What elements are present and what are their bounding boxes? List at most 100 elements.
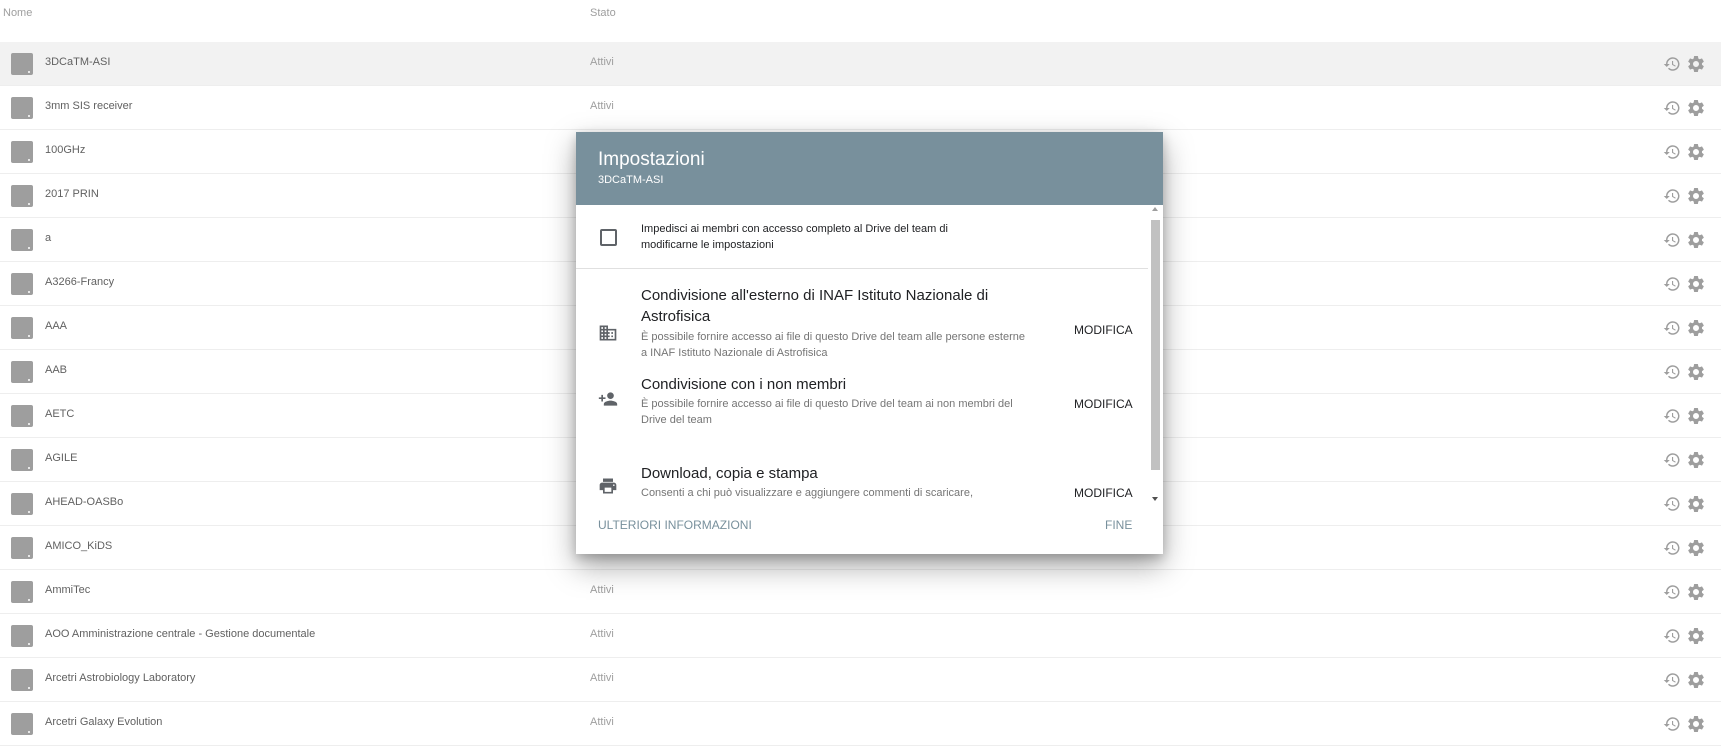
name-column-header[interactable]: Nome (3, 7, 32, 19)
shared-drive-icon (11, 317, 33, 339)
dialog-footer: ULTERIORI INFORMAZIONI FINE (576, 505, 1163, 554)
shared-drive-icon (11, 229, 33, 251)
drive-row[interactable]: AOO Amministrazione centrale - Gestione … (0, 614, 1721, 658)
restore-icon[interactable] (1663, 187, 1681, 205)
setting-description: È possibile fornire accesso ai file di q… (641, 398, 1013, 426)
gear-icon[interactable] (1686, 494, 1706, 514)
shared-drive-icon (11, 713, 33, 735)
gear-icon[interactable] (1686, 582, 1706, 602)
restore-icon[interactable] (1663, 319, 1681, 337)
restore-icon[interactable] (1663, 715, 1681, 733)
drive-name[interactable]: AGILE (45, 452, 77, 464)
dialog-title: Impostazioni (598, 149, 705, 170)
setting-description: È possibile fornire accesso ai file di q… (641, 331, 1025, 359)
scroll-thumb[interactable] (1151, 220, 1160, 470)
lock-settings-option: Impedisci ai membri con accesso completo… (576, 205, 1152, 269)
restore-icon[interactable] (1663, 231, 1681, 249)
restore-icon[interactable] (1663, 363, 1681, 381)
scroll-down-arrow-icon[interactable] (1152, 497, 1158, 501)
list-header: Nome Stato (0, 0, 1721, 28)
drive-name[interactable]: AmmiTec (45, 584, 90, 596)
more-info-link[interactable]: ULTERIORI INFORMAZIONI (598, 518, 752, 532)
done-button[interactable]: FINE (1105, 518, 1132, 532)
edit-download-copy-print-button[interactable]: MODIFICA (1074, 486, 1133, 500)
edit-external-sharing-button[interactable]: MODIFICA (1074, 323, 1133, 337)
gear-icon[interactable] (1686, 450, 1706, 470)
drive-row[interactable]: Arcetri Astrobiology Laboratory Attivi (0, 658, 1721, 702)
edit-non-member-sharing-button[interactable]: MODIFICA (1074, 397, 1133, 411)
gear-icon[interactable] (1686, 318, 1706, 338)
shared-drive-icon (11, 97, 33, 119)
restore-icon[interactable] (1663, 539, 1681, 557)
dialog-scrollbar[interactable] (1148, 205, 1163, 505)
gear-icon[interactable] (1686, 186, 1706, 206)
drive-status: Attivi (590, 716, 614, 728)
shared-drive-icon (11, 361, 33, 383)
setting-title: Condivisione all'esterno di INAF Istitut… (641, 287, 989, 325)
gear-icon[interactable] (1686, 406, 1706, 426)
drive-name[interactable]: AETC (45, 408, 74, 420)
drive-name[interactable]: Arcetri Astrobiology Laboratory (45, 672, 195, 684)
shared-drive-icon (11, 581, 33, 603)
settings-dialog: Impostazioni 3DCaTM-ASI Impedisci ai mem… (576, 132, 1163, 554)
drive-name[interactable]: 100GHz (45, 144, 85, 156)
shared-drive-icon (11, 405, 33, 427)
drive-row[interactable]: AmmiTec Attivi (0, 570, 1721, 614)
drive-name[interactable]: a (45, 232, 51, 244)
drive-name[interactable]: 2017 PRIN (45, 188, 99, 200)
drive-name[interactable]: AHEAD-OASBo (45, 496, 123, 508)
drive-name[interactable]: AOO Amministrazione centrale - Gestione … (45, 628, 315, 640)
restore-icon[interactable] (1663, 627, 1681, 645)
shared-drive-icon (11, 185, 33, 207)
drive-name[interactable]: AAB (45, 364, 67, 376)
gear-icon[interactable] (1686, 54, 1706, 74)
drive-status: Attivi (590, 672, 614, 684)
gear-icon[interactable] (1686, 714, 1706, 734)
status-column-header: Stato (590, 7, 616, 19)
drive-status: Attivi (590, 628, 614, 640)
domain-icon (599, 325, 617, 341)
drive-row[interactable]: Arcetri Galaxy Evolution Attivi (0, 702, 1721, 746)
restore-icon[interactable] (1663, 99, 1681, 117)
restore-icon[interactable] (1663, 583, 1681, 601)
gear-icon[interactable] (1686, 626, 1706, 646)
drive-name[interactable]: AMICO_KiDS (45, 540, 112, 552)
drive-name[interactable]: AAA (45, 320, 67, 332)
gear-icon[interactable] (1686, 274, 1706, 294)
gear-icon[interactable] (1686, 230, 1706, 250)
gear-icon[interactable] (1686, 98, 1706, 118)
drive-name[interactable]: A3266-Francy (45, 276, 114, 288)
restore-icon[interactable] (1663, 451, 1681, 469)
drive-name[interactable]: 3DCaTM-ASI (45, 56, 110, 68)
print-icon (599, 478, 617, 494)
restore-icon[interactable] (1663, 495, 1681, 513)
drive-name[interactable]: Arcetri Galaxy Evolution (45, 716, 162, 728)
drive-status: Attivi (590, 100, 614, 112)
add-person-icon (598, 392, 618, 406)
drive-row[interactable]: 3DCaTM-ASI Attivi (0, 42, 1721, 86)
shared-drive-icon (11, 625, 33, 647)
setting-description: Consenti a chi può visualizzare e aggiun… (641, 487, 974, 499)
drive-name[interactable]: 3mm SIS receiver (45, 100, 132, 112)
restore-icon[interactable] (1663, 407, 1681, 425)
restore-icon[interactable] (1663, 55, 1681, 73)
scroll-up-arrow-icon[interactable] (1152, 207, 1158, 211)
shared-drive-icon (11, 273, 33, 295)
shared-drive-icon (11, 53, 33, 75)
setting-title: Download, copia e stampa (641, 465, 818, 482)
shared-drive-icon (11, 141, 33, 163)
drive-row[interactable]: 3mm SIS receiver Attivi (0, 86, 1721, 130)
gear-icon[interactable] (1686, 362, 1706, 382)
gear-icon[interactable] (1686, 670, 1706, 690)
restore-icon[interactable] (1663, 143, 1681, 161)
dialog-header: Impostazioni 3DCaTM-ASI (576, 132, 1163, 205)
restore-icon[interactable] (1663, 671, 1681, 689)
shared-drive-icon (11, 493, 33, 515)
gear-icon[interactable] (1686, 142, 1706, 162)
setting-title: Condivisione con i non membri (641, 376, 847, 393)
restore-icon[interactable] (1663, 275, 1681, 293)
lock-settings-checkbox[interactable] (600, 229, 617, 246)
lock-settings-label: Impedisci ai membri con accesso completo… (641, 223, 948, 251)
shared-drive-icon (11, 449, 33, 471)
gear-icon[interactable] (1686, 538, 1706, 558)
